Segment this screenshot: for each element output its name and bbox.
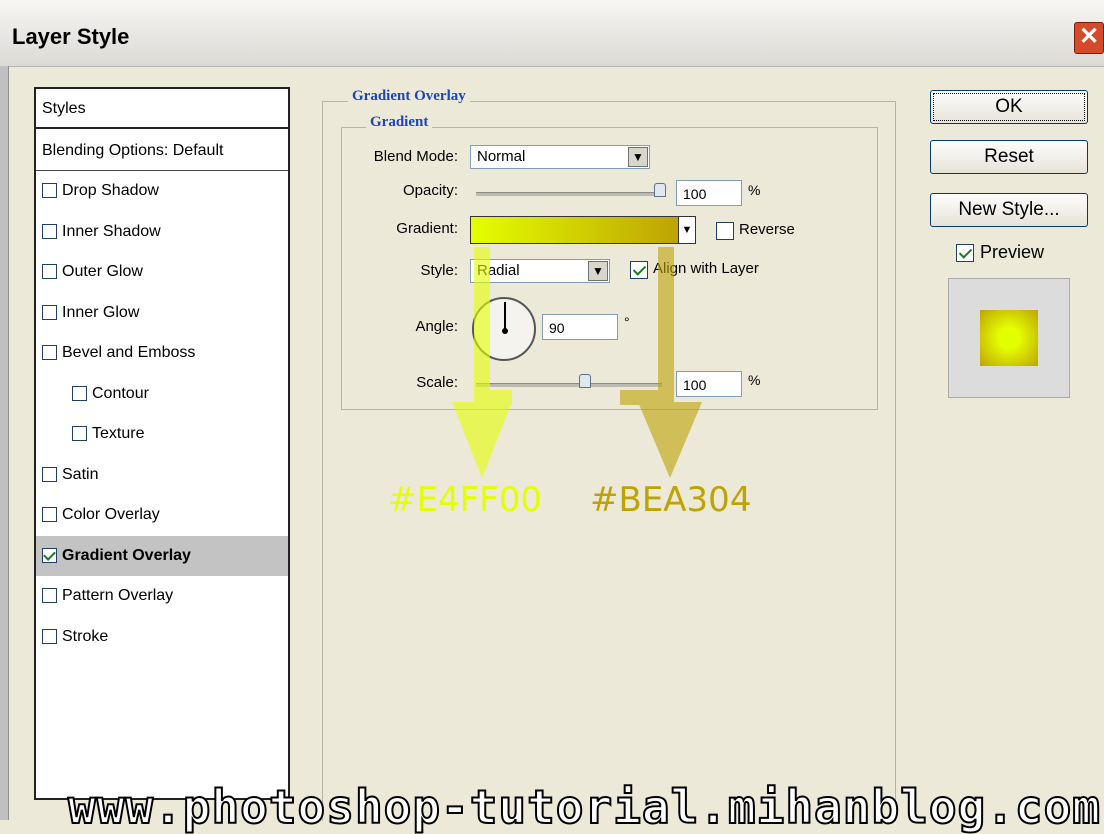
new-style-button[interactable]: New Style... [930, 193, 1088, 227]
preview-label[interactable]: Preview [980, 242, 1044, 263]
watermark: www.photoshop-tutorial.mihanblog.com [67, 779, 1101, 834]
preview-thumbnail [948, 278, 1070, 398]
preview-checkbox[interactable] [956, 244, 974, 262]
annotation-arrow-end [620, 247, 702, 478]
ok-button[interactable]: OK [930, 90, 1088, 124]
end-color-annotation: #BEA304 [590, 480, 752, 520]
annotation-arrow-start [452, 247, 512, 478]
start-color-annotation: #E4FF00 [388, 480, 542, 520]
reset-button[interactable]: Reset [930, 140, 1088, 174]
preview-swatch [980, 310, 1038, 366]
